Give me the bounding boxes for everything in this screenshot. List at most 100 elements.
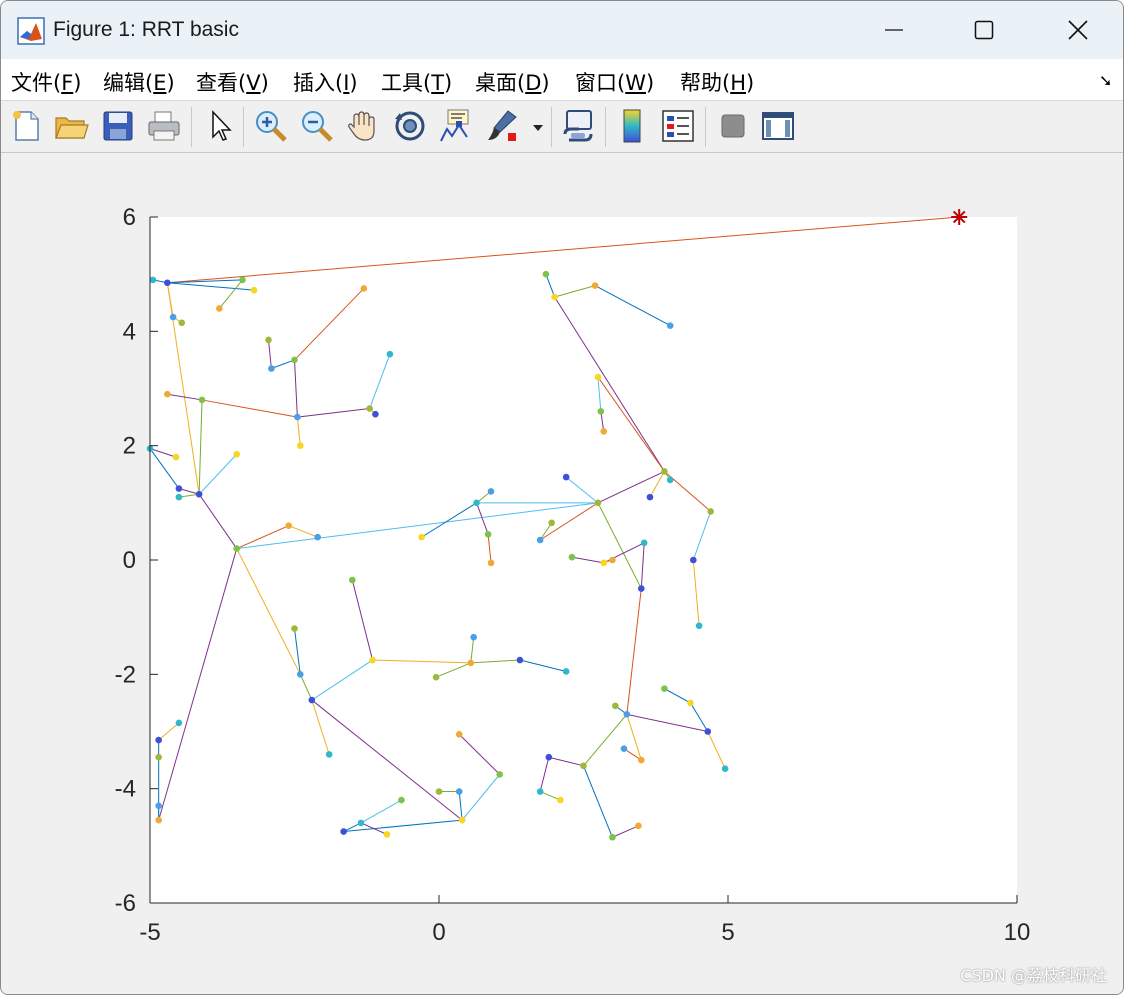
brush-icon[interactable] — [483, 107, 521, 145]
minimize-icon — [885, 29, 903, 31]
minimize-button[interactable] — [847, 1, 941, 59]
menu-desktop[interactable]: 桌面(D) — [475, 67, 550, 97]
tree-node — [172, 453, 180, 461]
toolbar-separator — [551, 107, 552, 147]
x-tick-label: -5 — [139, 919, 160, 946]
tree-node — [591, 282, 599, 289]
zoom-out-icon[interactable] — [298, 107, 336, 145]
tree-node — [296, 442, 304, 449]
y-tick-label: 4 — [123, 318, 136, 345]
tree-node — [398, 796, 405, 804]
tree-node — [164, 390, 171, 398]
edit-plot-arrow-icon[interactable] — [201, 107, 239, 145]
tree-node — [340, 828, 347, 835]
tree-node — [661, 685, 668, 692]
menu-edit[interactable]: 编辑(E) — [103, 67, 175, 97]
pan-hand-icon[interactable] — [344, 107, 382, 145]
tree-node — [600, 428, 608, 435]
tree-node — [600, 559, 608, 567]
tree-node — [308, 696, 316, 704]
tree-node — [580, 762, 587, 770]
y-tick-label: 0 — [123, 547, 136, 574]
tree-node — [638, 756, 645, 764]
menu-help[interactable]: 帮助(H) — [680, 67, 754, 97]
legend-icon[interactable] — [659, 107, 697, 145]
y-tick-label: 6 — [123, 204, 136, 231]
menu-insert[interactable]: 插入(I) — [293, 67, 358, 97]
menu-bar: 文件(F) 编辑(E) 查看(V) 插入(I) 工具(T) 桌面(D) 窗口(W… — [1, 59, 1123, 101]
tree-node — [704, 728, 712, 735]
link-plot-icon[interactable] — [559, 107, 597, 145]
menu-view[interactable]: 查看(V) — [196, 67, 269, 97]
tree-node — [690, 556, 697, 564]
axes-background — [150, 217, 1017, 903]
show-plot-tools-icon[interactable] — [759, 107, 797, 145]
tree-node — [418, 533, 425, 541]
zoom-in-icon[interactable] — [252, 107, 290, 145]
close-button[interactable] — [1031, 1, 1123, 59]
dock-arrow-icon[interactable]: ➘ — [1099, 71, 1112, 90]
menu-window[interactable]: 窗口(W) — [575, 67, 654, 97]
toolbar-separator — [705, 107, 706, 147]
y-tick-label: 2 — [123, 433, 136, 460]
y-tick-label: -6 — [115, 890, 136, 917]
toolbar-separator — [605, 107, 606, 147]
tree-node — [545, 753, 553, 761]
tree-node — [296, 671, 304, 678]
figure-canvas: -6 -4 -2 0 2 4 6 -5 0 5 10 CSDN @荔枝科研社 — [1, 153, 1124, 995]
tree-node — [640, 539, 648, 547]
data-cursor-icon[interactable] — [437, 107, 475, 145]
tree-node — [666, 322, 674, 329]
menu-tools[interactable]: 工具(T) — [381, 67, 452, 97]
rrt-plot[interactable]: -6 -4 -2 0 2 4 6 -5 0 5 10 — [1, 153, 1124, 995]
new-figure-icon[interactable] — [7, 107, 45, 145]
y-tick-label: -4 — [115, 776, 136, 803]
tree-node — [175, 493, 183, 501]
open-file-icon[interactable] — [52, 107, 90, 145]
tree-node — [623, 711, 631, 718]
tree-node — [349, 576, 356, 584]
tree-node — [360, 285, 368, 292]
tree-node — [484, 530, 492, 538]
colorbar-icon[interactable] — [613, 107, 651, 145]
tree-node — [635, 822, 642, 830]
tree-node — [233, 545, 240, 552]
tree-node — [383, 831, 391, 838]
tree-node — [285, 522, 293, 529]
tree-node — [250, 286, 258, 294]
tree-node — [458, 816, 466, 824]
figure-window: Figure 1: RRT basic 文件(F) 编辑(E) 查看(V) 插入… — [0, 0, 1124, 995]
brush-dropdown-icon[interactable] — [529, 107, 547, 145]
tree-node — [594, 499, 602, 507]
tree-node — [487, 488, 495, 495]
tree-node — [372, 410, 379, 418]
tree-node — [562, 668, 570, 675]
hide-plot-tools-icon[interactable] — [714, 107, 752, 145]
tree-node — [233, 450, 240, 458]
tree-node — [721, 765, 729, 772]
tree-node — [455, 731, 463, 738]
tree-node — [155, 816, 162, 824]
tree-node — [638, 585, 645, 592]
tree-node — [175, 485, 183, 492]
tree-node — [551, 293, 558, 301]
tree-node — [707, 508, 714, 515]
rotate-3d-icon[interactable] — [391, 107, 429, 145]
tree-node — [568, 553, 576, 561]
tree-node — [516, 656, 524, 664]
tree-node — [178, 319, 186, 327]
tree-node — [496, 771, 503, 778]
tree-node — [687, 699, 694, 707]
save-icon[interactable] — [99, 107, 137, 145]
tree-node — [155, 802, 162, 810]
tree-node — [164, 279, 171, 287]
x-tick-label: 0 — [432, 919, 445, 946]
tree-node — [609, 833, 616, 841]
maximize-icon — [974, 20, 994, 40]
print-icon[interactable] — [145, 107, 183, 145]
tree-node — [175, 719, 183, 727]
menu-file[interactable]: 文件(F) — [11, 67, 82, 97]
tree-node — [536, 788, 544, 795]
maximize-button[interactable] — [937, 1, 1031, 59]
tree-node — [557, 796, 564, 804]
